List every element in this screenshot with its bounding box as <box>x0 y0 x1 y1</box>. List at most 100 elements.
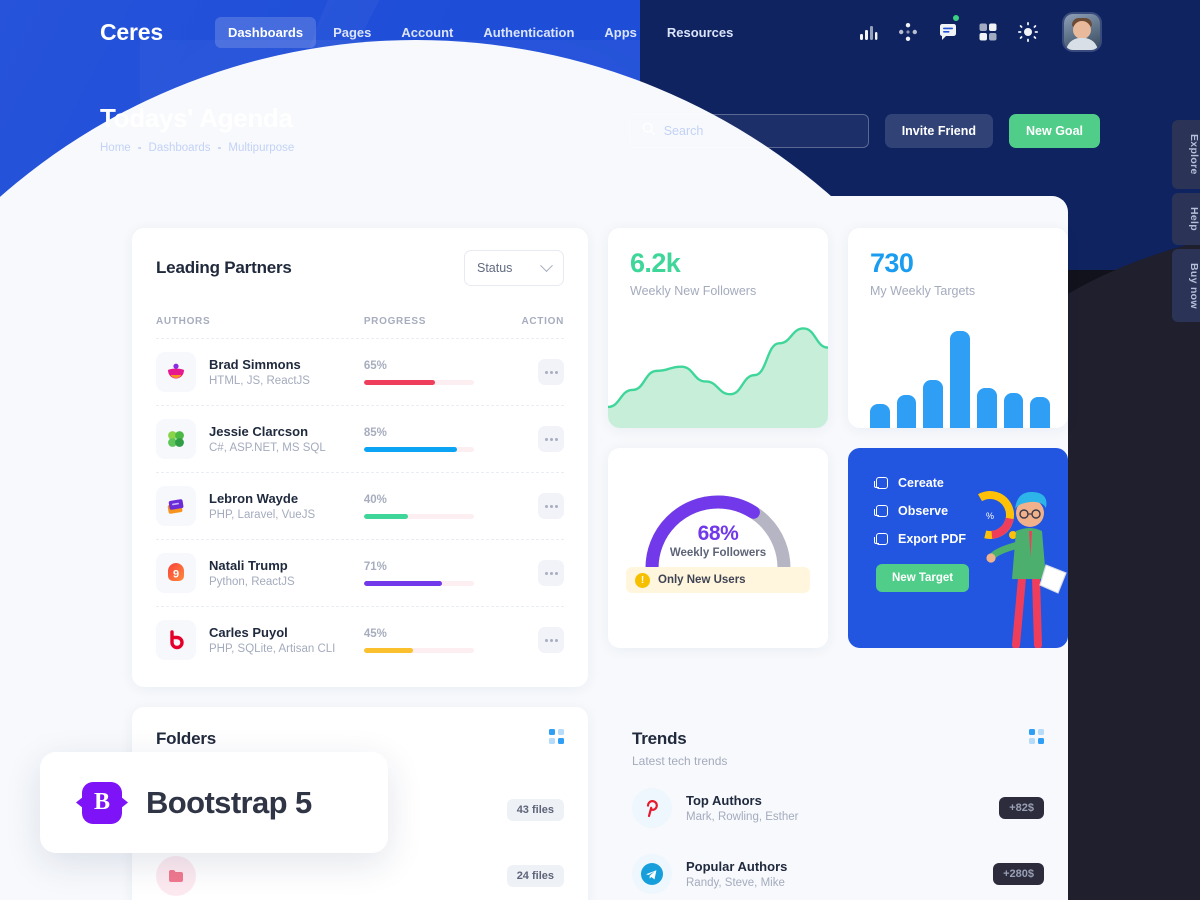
trend-amount-badge: +280$ <box>993 863 1044 885</box>
brightness-sun-icon[interactable] <box>1018 22 1038 42</box>
row-actions-button[interactable] <box>538 493 564 519</box>
partner-identity: Jessie Clarcson C#, ASP.NET, MS SQL <box>209 424 326 454</box>
partner-logo-icon <box>156 620 196 660</box>
partner-action-cell <box>507 627 564 653</box>
trends-heading-group: Trends Latest tech trends <box>632 729 727 768</box>
table-row[interactable]: Carles Puyol PHP, SQLite, Artisan CLI 45… <box>156 607 564 673</box>
nav-item-account[interactable]: Account <box>388 17 466 48</box>
side-tab-buy-now[interactable]: Buy now <box>1172 248 1200 323</box>
table-row[interactable]: 9 Natali Trump Python, ReactJS 71% <box>156 540 564 607</box>
table-row[interactable]: Jessie Clarcson C#, ASP.NET, MS SQL 85% <box>156 406 564 473</box>
partner-action-cell <box>507 426 564 452</box>
gauge-label: Weekly Followers <box>669 547 767 559</box>
status-select[interactable]: Status <box>464 250 564 286</box>
gauge-center-labels: 68% Weekly Followers <box>638 522 798 559</box>
search-box[interactable] <box>628 114 869 148</box>
partner-progress-cell: 45% <box>363 628 507 653</box>
partner-skills: PHP, Laravel, VueJS <box>209 509 316 521</box>
leading-partners-header: Leading Partners Status <box>156 250 564 286</box>
bar-chart-icon[interactable] <box>858 22 878 42</box>
only-new-users-alert: ! Only New Users <box>626 567 810 593</box>
partner-logo-icon <box>156 352 196 392</box>
trend-amount-badge: +82$ <box>999 797 1044 819</box>
dashboard-row-1: Leading Partners Status AUTHORS PROGRESS… <box>132 228 1068 687</box>
bootstrap-badge-label: Bootstrap 5 <box>146 784 312 820</box>
progress-fill <box>363 513 408 519</box>
table-row[interactable]: Brad Simmons HTML, JS, ReactJS 65% <box>156 339 564 406</box>
partner-name: Jessie Clarcson <box>209 424 309 439</box>
warning-icon: ! <box>635 572 650 588</box>
partner-logo-icon <box>156 419 196 459</box>
top-navbar: Ceres Dashboards Pages Account Authentic… <box>0 0 1200 64</box>
partner-author-cell: Lebron Wayde PHP, Laravel, VueJS <box>156 486 364 526</box>
row-actions-button[interactable] <box>538 426 564 452</box>
partner-logo-icon <box>156 486 196 526</box>
partner-progress-percent: 65% <box>363 359 387 372</box>
trends-subtitle: Latest tech trends <box>632 754 728 768</box>
header-actions: Invite Friend New Goal <box>628 114 1100 148</box>
bootstrap-logo-letter: B <box>93 789 110 815</box>
grid-squares-icon[interactable] <box>978 22 998 42</box>
nav-item-pages[interactable]: Pages <box>320 17 384 48</box>
folders-title: Folders <box>156 729 217 748</box>
trends-options-icon[interactable] <box>1029 729 1044 744</box>
partner-identity: Lebron Wayde PHP, Laravel, VueJS <box>209 491 315 521</box>
partner-name: Brad Simmons <box>209 357 301 372</box>
bar-2 <box>896 395 917 428</box>
breadcrumb-separator: - <box>217 142 222 154</box>
avatar[interactable] <box>1064 14 1100 50</box>
trend-name: Top Authors <box>686 793 762 808</box>
table-row[interactable]: Lebron Wayde PHP, Laravel, VueJS 40% <box>156 473 564 540</box>
partner-identity: Brad Simmons HTML, JS, ReactJS <box>209 357 310 387</box>
partner-progress-percent: 85% <box>363 426 387 439</box>
partner-author-cell: Jessie Clarcson C#, ASP.NET, MS SQL <box>156 419 364 459</box>
bar-5 <box>976 388 997 428</box>
side-tabs: Explore Help Buy now <box>1172 120 1200 323</box>
nav-item-authentication[interactable]: Authentication <box>470 17 587 48</box>
scatter-dots-icon[interactable] <box>898 22 918 42</box>
checkbox-icon[interactable] <box>874 505 888 517</box>
row-actions-button[interactable] <box>538 560 564 586</box>
partners-table-header: AUTHORS PROGRESS ACTION <box>156 316 564 339</box>
partner-action-cell <box>507 560 564 586</box>
invite-friend-button[interactable]: Invite Friend <box>884 114 994 148</box>
search-input[interactable] <box>663 124 856 138</box>
trend-desc: Randy, Steve, Mike <box>686 877 785 889</box>
progress-track <box>363 446 474 452</box>
bar-4 <box>950 331 970 428</box>
weekly-targets-label: My Weekly Targets <box>870 284 976 298</box>
nav-item-dashboards[interactable]: Dashboards <box>214 16 317 48</box>
nav-item-resources[interactable]: Resources <box>654 17 746 48</box>
partner-skills: C#, ASP.NET, MS SQL <box>209 442 326 454</box>
weekly-followers-value: 6.2k <box>630 248 681 278</box>
partner-name: Lebron Wayde <box>209 491 299 506</box>
side-tab-explore[interactable]: Explore <box>1172 120 1200 189</box>
progress-fill <box>363 580 442 586</box>
breadcrumb-item-home[interactable]: Home <box>100 142 131 154</box>
new-goal-button[interactable]: New Goal <box>1009 114 1100 148</box>
breadcrumb-item-dashboards[interactable]: Dashboards <box>149 142 211 154</box>
folders-options-icon[interactable] <box>549 729 564 744</box>
checkbox-icon[interactable] <box>874 477 888 489</box>
partner-identity: Carles Puyol PHP, SQLite, Artisan CLI <box>209 625 335 655</box>
bootstrap-logo-square: B <box>82 781 122 824</box>
list-item[interactable]: Top Authors Mark, Rowling, Esther +82$ <box>632 778 1044 838</box>
chat-bubble-icon[interactable] <box>938 15 959 42</box>
row-actions-button[interactable] <box>538 627 564 653</box>
list-item[interactable]: Popular Authors Randy, Steve, Mike +280$ <box>632 838 1044 900</box>
side-tab-help[interactable]: Help <box>1172 192 1200 245</box>
trends-title: Trends <box>632 729 687 748</box>
stats-row-bottom: 68% Weekly Followers ! Only New Users Ce… <box>608 448 1068 648</box>
weekly-targets-card: 730 My Weekly Targets <box>848 228 1068 428</box>
row-actions-button[interactable] <box>538 359 564 385</box>
bar-1 <box>870 403 890 428</box>
weekly-targets-value: 730 <box>870 248 914 278</box>
trend-text: Popular Authors Randy, Steve, Mike <box>686 859 787 889</box>
trend-text: Top Authors Mark, Rowling, Esther <box>686 793 798 823</box>
weekly-followers-card: 6.2k Weekly New Followers <box>608 228 828 428</box>
avatar-face <box>1073 21 1091 39</box>
brand-logo[interactable]: Ceres <box>100 19 163 46</box>
nav-item-apps[interactable]: Apps <box>591 17 650 48</box>
progress-track <box>363 647 474 653</box>
checkbox-icon[interactable] <box>874 533 888 545</box>
